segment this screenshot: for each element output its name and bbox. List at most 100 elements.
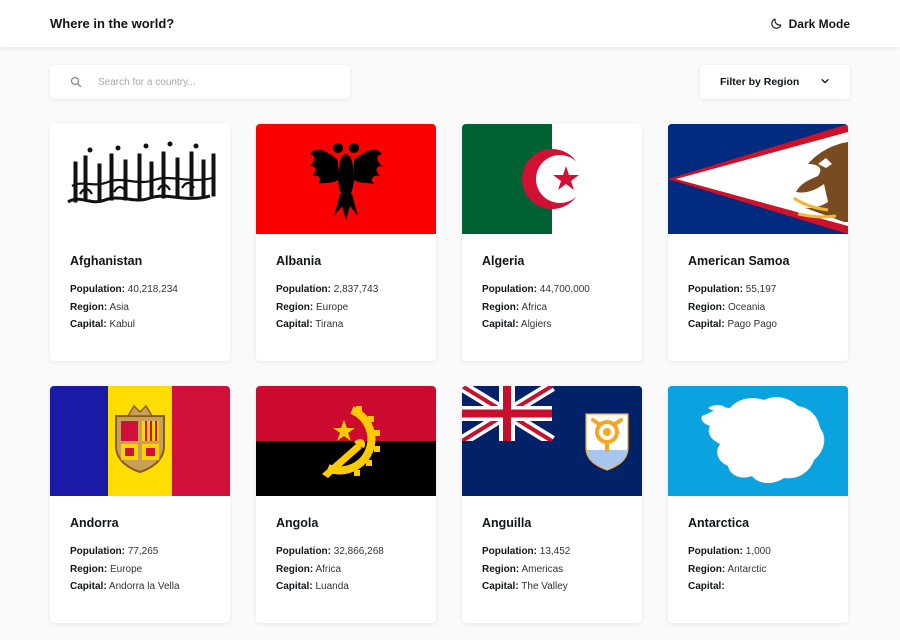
population-row: Population: 77,265 bbox=[70, 543, 210, 561]
region-row: Region: Americas bbox=[482, 561, 622, 579]
capital-row: Capital: Andorra la Vella bbox=[70, 578, 210, 596]
card-body: Algeria Population: 44,700,000 Region: A… bbox=[462, 234, 642, 334]
region-value: Asia bbox=[109, 301, 129, 313]
albania-flag bbox=[256, 124, 436, 234]
capital-row: Capital: bbox=[688, 578, 828, 596]
dark-mode-toggle[interactable]: Dark Mode bbox=[770, 17, 850, 31]
population-value: 40,218,234 bbox=[127, 284, 178, 295]
card-body: Albania Population: 2,837,743 Region: Eu… bbox=[256, 234, 436, 334]
capital-value: Pago Pago bbox=[727, 319, 777, 330]
population-row: Population: 40,218,234 bbox=[70, 281, 210, 299]
region-label: Region: bbox=[276, 301, 314, 313]
capital-value: Tirana bbox=[315, 319, 344, 330]
country-name: Algeria bbox=[482, 254, 525, 268]
top-header: Where in the world? Dark Mode bbox=[0, 0, 900, 47]
region-label: Region: bbox=[688, 563, 726, 575]
country-card[interactable]: Albania Population: 2,837,743 Region: Eu… bbox=[256, 124, 436, 361]
region-label: Region: bbox=[70, 301, 108, 313]
population-label: Population: bbox=[276, 284, 331, 295]
search-icon bbox=[70, 76, 82, 88]
app-title: Where in the world? bbox=[50, 16, 175, 31]
card-body: Anguilla Population: 13,452 Region: Amer… bbox=[462, 496, 642, 596]
card-body: Afghanistan Population: 40,218,234 Regio… bbox=[50, 234, 230, 334]
country-name: Andorra bbox=[70, 516, 119, 530]
region-filter-dropdown[interactable]: Filter by Region bbox=[700, 65, 850, 99]
country-card[interactable]: Algeria Population: 44,700,000 Region: A… bbox=[462, 124, 642, 361]
country-card[interactable]: American Samoa Population: 55,197 Region… bbox=[668, 124, 848, 361]
population-value: 1,000 bbox=[745, 546, 771, 557]
anguilla-flag bbox=[462, 386, 642, 496]
algeria-flag bbox=[462, 124, 642, 234]
capital-row: Capital: Kabul bbox=[70, 316, 210, 334]
card-body: American Samoa Population: 55,197 Region… bbox=[668, 234, 848, 334]
population-value: 2,837,743 bbox=[333, 284, 379, 295]
country-card[interactable]: Angola Population: 32,866,268 Region: Af… bbox=[256, 386, 436, 623]
capital-label: Capital: bbox=[688, 581, 725, 592]
search-input[interactable] bbox=[98, 76, 318, 88]
region-value: Africa bbox=[315, 563, 342, 575]
capital-row: Capital: Luanda bbox=[276, 578, 416, 596]
angola-flag bbox=[256, 386, 436, 496]
population-label: Population: bbox=[70, 546, 125, 557]
population-label: Population: bbox=[276, 546, 331, 557]
region-label: Region: bbox=[482, 563, 520, 575]
chevron-down-icon bbox=[820, 76, 830, 89]
population-value: 77,265 bbox=[127, 546, 159, 557]
country-name: Afghanistan bbox=[70, 254, 143, 268]
population-value: 13,452 bbox=[539, 546, 571, 557]
capital-row: Capital: Pago Pago bbox=[688, 316, 828, 334]
population-label: Population: bbox=[482, 284, 537, 295]
region-value: Africa bbox=[521, 301, 548, 313]
region-row: Region: Oceania bbox=[688, 299, 828, 317]
population-label: Population: bbox=[70, 284, 125, 295]
region-row: Region: Asia bbox=[70, 299, 210, 317]
region-row: Region: Europe bbox=[70, 561, 210, 579]
capital-value: Luanda bbox=[315, 581, 349, 592]
population-row: Population: 44,700,000 bbox=[482, 281, 622, 299]
afghanistan-flag bbox=[50, 124, 230, 234]
capital-row: Capital: Algiers bbox=[482, 316, 622, 334]
population-value: 55,197 bbox=[745, 284, 777, 295]
dark-mode-label: Dark Mode bbox=[788, 16, 850, 31]
capital-label: Capital: bbox=[70, 319, 107, 330]
population-label: Population: bbox=[482, 546, 537, 557]
region-value: Antarctic bbox=[727, 563, 767, 575]
filter-label: Filter by Region bbox=[720, 76, 800, 88]
country-card[interactable]: Afghanistan Population: 40,218,234 Regio… bbox=[50, 124, 230, 361]
country-card[interactable]: Anguilla Population: 13,452 Region: Amer… bbox=[462, 386, 642, 623]
moon-icon bbox=[770, 17, 783, 30]
region-label: Region: bbox=[688, 301, 726, 313]
capital-label: Capital: bbox=[482, 319, 519, 330]
region-label: Region: bbox=[70, 563, 108, 575]
capital-label: Capital: bbox=[70, 581, 107, 592]
capital-label: Capital: bbox=[688, 319, 725, 330]
capital-value: Andorra la Vella bbox=[108, 581, 180, 592]
country-card[interactable]: Andorra Population: 77,265 Region: Europ… bbox=[50, 386, 230, 623]
region-row: Region: Antarctic bbox=[688, 561, 828, 579]
capital-value: The Valley bbox=[521, 581, 568, 592]
capital-row: Capital: The Valley bbox=[482, 578, 622, 596]
region-row: Region: Africa bbox=[276, 561, 416, 579]
region-row: Region: Europe bbox=[276, 299, 416, 317]
country-card[interactable]: Antarctica Population: 1,000 Region: Ant… bbox=[668, 386, 848, 623]
region-label: Region: bbox=[276, 563, 314, 575]
capital-value: Kabul bbox=[109, 319, 136, 330]
search-box[interactable] bbox=[50, 65, 350, 99]
capital-value: Algiers bbox=[520, 319, 552, 330]
country-name: Albania bbox=[276, 254, 322, 268]
population-label: Population: bbox=[688, 546, 743, 557]
region-row: Region: Africa bbox=[482, 299, 622, 317]
antarctica-flag bbox=[668, 386, 848, 496]
region-value: Oceania bbox=[728, 301, 766, 313]
american-samoa-flag bbox=[668, 124, 848, 234]
country-name: Anguilla bbox=[482, 516, 532, 530]
country-name: Antarctica bbox=[688, 516, 750, 530]
capital-label: Capital: bbox=[276, 581, 313, 592]
countries-grid: Afghanistan Population: 40,218,234 Regio… bbox=[0, 124, 900, 623]
region-value: Europe bbox=[110, 563, 143, 575]
population-row: Population: 1,000 bbox=[688, 543, 828, 561]
country-name: Angola bbox=[276, 516, 319, 530]
population-row: Population: 2,837,743 bbox=[276, 281, 416, 299]
andorra-flag bbox=[50, 386, 230, 496]
controls-bar: Filter by Region bbox=[0, 65, 900, 99]
